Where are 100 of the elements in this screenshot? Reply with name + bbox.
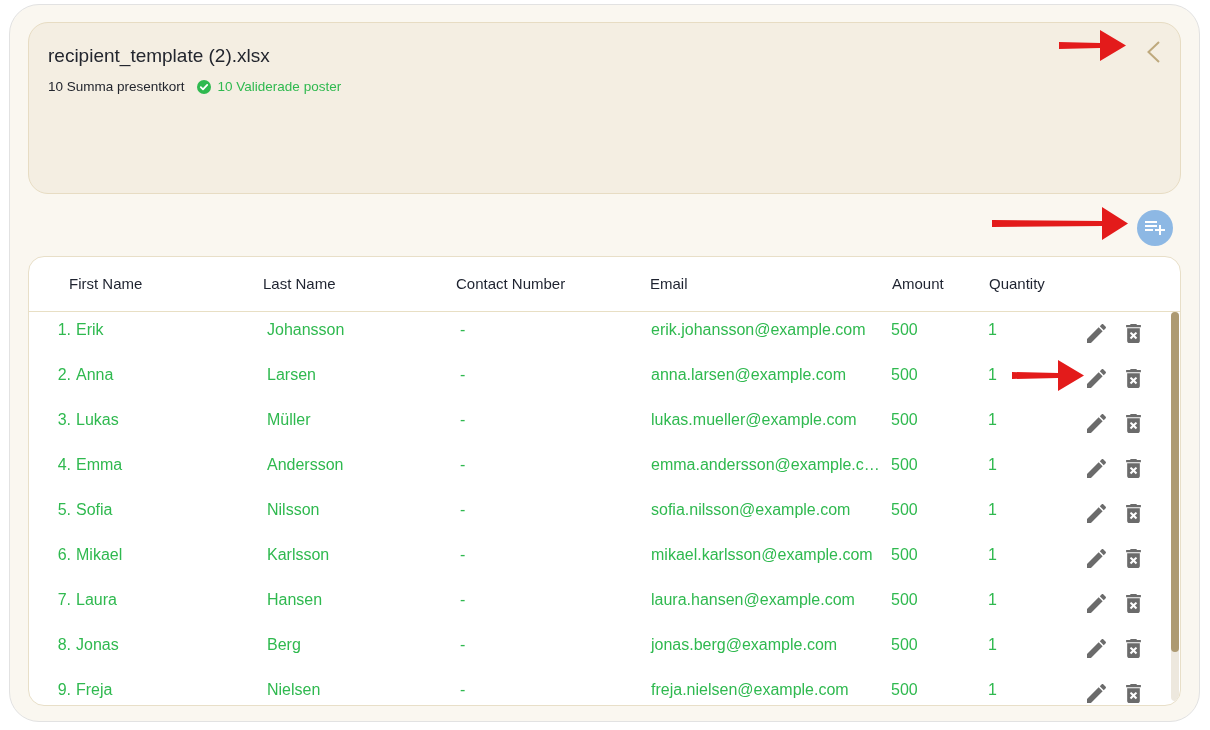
delete-button[interactable] <box>1126 684 1141 703</box>
table-cell: 500 <box>891 501 918 518</box>
table-cell: 500 <box>891 456 918 473</box>
row-number: 7. <box>56 590 71 610</box>
table-cell: 1 <box>988 681 997 698</box>
table-cell: 500 <box>891 591 918 608</box>
table-cell: 1 <box>988 321 997 338</box>
table-cell: - <box>460 366 466 383</box>
table-cell: sofia.nilsson@example.com <box>651 501 851 518</box>
table-cell: Mikael <box>76 545 123 565</box>
edit-button[interactable] <box>1087 369 1106 388</box>
trash-icon <box>1126 414 1141 433</box>
annotation-arrow-icon <box>992 207 1128 240</box>
delete-button[interactable] <box>1126 414 1141 433</box>
delete-button[interactable] <box>1126 369 1141 388</box>
list-plus-icon <box>1145 221 1165 235</box>
delete-button[interactable] <box>1126 504 1141 523</box>
column-header: First Name <box>68 273 144 294</box>
table-cell: - <box>460 546 466 563</box>
table-cell: Sofia <box>76 500 113 520</box>
pencil-icon <box>1087 414 1106 433</box>
table-cell: - <box>460 591 466 608</box>
check-circle-icon <box>196 80 211 94</box>
delete-button[interactable] <box>1126 459 1141 478</box>
pencil-icon <box>1087 639 1106 658</box>
trash-icon <box>1126 684 1141 703</box>
table-cell: Larsen <box>267 366 316 383</box>
table-cell: emma.andersson@example.c… <box>651 456 880 473</box>
column-header: Amount <box>892 273 945 294</box>
annotation-arrow-icon <box>1012 360 1084 391</box>
table-cell: - <box>460 321 466 338</box>
row-number: 6. <box>56 545 71 565</box>
table-cell: jonas.berg@example.com <box>651 636 838 653</box>
table-cell: - <box>460 501 466 518</box>
gift-card-total: 10 Summa presentkort <box>48 78 185 96</box>
delete-button[interactable] <box>1126 324 1141 343</box>
pencil-icon <box>1087 684 1106 703</box>
table-cell: 500 <box>891 546 918 563</box>
edit-button[interactable] <box>1087 594 1106 613</box>
table-cell: mikael.karlsson@example.com <box>651 546 873 563</box>
table-cell: Emma <box>76 455 123 475</box>
table-cell: - <box>460 681 466 698</box>
table-cell: 1 <box>988 546 997 563</box>
table-cell: 500 <box>891 366 918 383</box>
trash-icon <box>1126 594 1141 613</box>
edit-button[interactable] <box>1087 684 1106 703</box>
table-cell: - <box>460 411 466 428</box>
trash-icon <box>1126 549 1141 568</box>
table-cell: 1 <box>988 591 997 608</box>
table-cell: 1 <box>988 636 997 653</box>
edit-button[interactable] <box>1087 414 1106 433</box>
table-cell: 1 <box>988 501 997 518</box>
table-cell: Karlsson <box>267 546 330 563</box>
column-header: Contact Number <box>456 273 567 294</box>
column-header: Quantity <box>989 273 1046 294</box>
edit-button[interactable] <box>1087 459 1106 478</box>
row-number: 5. <box>56 500 71 520</box>
trash-icon <box>1126 369 1141 388</box>
table-cell: 500 <box>891 681 918 698</box>
table-cell: Nielsen <box>267 681 321 698</box>
table-cell: 500 <box>891 636 918 653</box>
validated-count: 10 Validerade poster <box>217 78 342 96</box>
table-cell: anna.larsen@example.com <box>651 366 846 383</box>
table-cell: Nilsson <box>267 501 320 518</box>
table-cell: erik.johansson@example.com <box>651 321 866 338</box>
table-cell: 1 <box>988 366 997 383</box>
chevron-left-icon <box>1147 41 1160 63</box>
pencil-icon <box>1087 594 1106 613</box>
row-number: 9. <box>56 680 71 700</box>
table-cell: Erik <box>76 320 104 340</box>
table-cell: Lukas <box>76 410 119 430</box>
pencil-icon <box>1087 369 1106 388</box>
table-cell: Johansson <box>267 321 345 338</box>
column-header: Last Name <box>263 273 337 294</box>
table-cell: 1 <box>988 456 997 473</box>
delete-button[interactable] <box>1126 594 1141 613</box>
pencil-icon <box>1087 324 1106 343</box>
delete-button[interactable] <box>1126 549 1141 568</box>
row-number: 1. <box>56 320 71 340</box>
edit-button[interactable] <box>1087 324 1106 343</box>
pencil-icon <box>1087 504 1106 523</box>
table-cell: - <box>460 636 466 653</box>
annotation-arrow-icon <box>1059 30 1126 61</box>
row-number: 2. <box>56 365 71 385</box>
pencil-icon <box>1087 549 1106 568</box>
edit-button[interactable] <box>1087 504 1106 523</box>
column-header: Email <box>650 273 689 294</box>
table-cell: Müller <box>267 411 311 428</box>
table-cell: Berg <box>267 636 301 653</box>
edit-button[interactable] <box>1087 549 1106 568</box>
table-cell: Andersson <box>267 456 344 473</box>
table-cell: 500 <box>891 411 918 428</box>
edit-button[interactable] <box>1087 639 1106 658</box>
trash-icon <box>1126 504 1141 523</box>
table-cell: Hansen <box>267 591 323 608</box>
row-number: 8. <box>56 635 71 655</box>
row-number: 3. <box>56 410 71 430</box>
trash-icon <box>1126 459 1141 478</box>
table-cell: 500 <box>891 321 918 338</box>
delete-button[interactable] <box>1126 639 1141 658</box>
